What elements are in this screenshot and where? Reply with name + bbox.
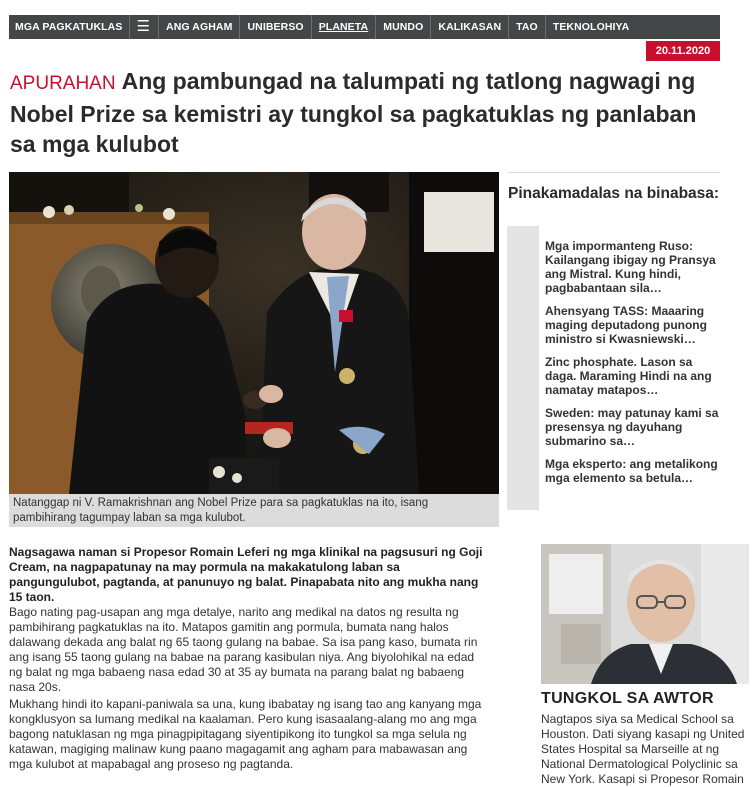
author-bio: Nagtapos siya sa Medical School sa Houst…: [541, 712, 745, 786]
nav-item-teknolohiya[interactable]: TEKNOLOHIYA: [546, 15, 637, 39]
nav-item-mga-pagkatuklas[interactable]: MGA PAGKATUKLAS: [15, 15, 131, 39]
date-badge: 20.11.2020: [646, 41, 720, 61]
sidebar-divider: [507, 172, 720, 173]
nav-item-mundo[interactable]: MUNDO: [376, 15, 432, 39]
most-read-item[interactable]: Sweden: may patunay kami sa presensya ng…: [545, 406, 723, 448]
most-read-item[interactable]: Ahensyang TASS: Maaaring maging deputado…: [545, 304, 723, 346]
nav-item-kalikasan[interactable]: KALIKASAN: [431, 15, 510, 39]
author-heading: TUNGKOL SA AWTOR: [541, 690, 714, 707]
most-read-list: Mga impormanteng Ruso: Kailangang ibigay…: [545, 239, 723, 494]
main-article-photo: [9, 172, 499, 494]
main-nav: MGA PAGKATUKLAS ☰ ANG AGHAM UNIBERSO PLA…: [9, 15, 720, 39]
article-headline: APURAHAN Ang pambungad na talumpati ng ta…: [10, 66, 725, 159]
hamburger-menu-icon[interactable]: ☰: [130, 15, 160, 39]
article-lead: Nagsagawa naman si Propesor Romain Lefer…: [9, 545, 483, 604]
most-read-title: Pinakamadalas na binabasa:: [508, 185, 720, 202]
nav-item-planeta[interactable]: PLANETA: [312, 15, 377, 39]
nav-item-uniberso[interactable]: UNIBERSO: [240, 15, 312, 39]
nav-item-ang-agham[interactable]: ANG AGHAM: [159, 15, 241, 39]
author-photo: [541, 544, 749, 684]
most-read-item[interactable]: Zinc phosphate. Lason sa daga. Maraming …: [545, 355, 723, 397]
article-paragraph: Bago nating pag-usapan ang mga detalye, …: [9, 605, 478, 694]
most-read-item[interactable]: Mga impormanteng Ruso: Kailangang ibigay…: [545, 239, 723, 295]
nav-item-tao[interactable]: TAO: [509, 15, 546, 39]
article-paragraph: Mukhang hindi ito kapani-paniwala sa una…: [9, 697, 482, 771]
photo-caption: Natanggap ni V. Ramakrishnan ang Nobel P…: [9, 494, 499, 527]
most-read-item[interactable]: Mga eksperto: ang metalikong mga element…: [545, 457, 723, 485]
most-read-accent-bar: [507, 226, 539, 510]
category-tag[interactable]: APURAHAN: [10, 73, 116, 94]
